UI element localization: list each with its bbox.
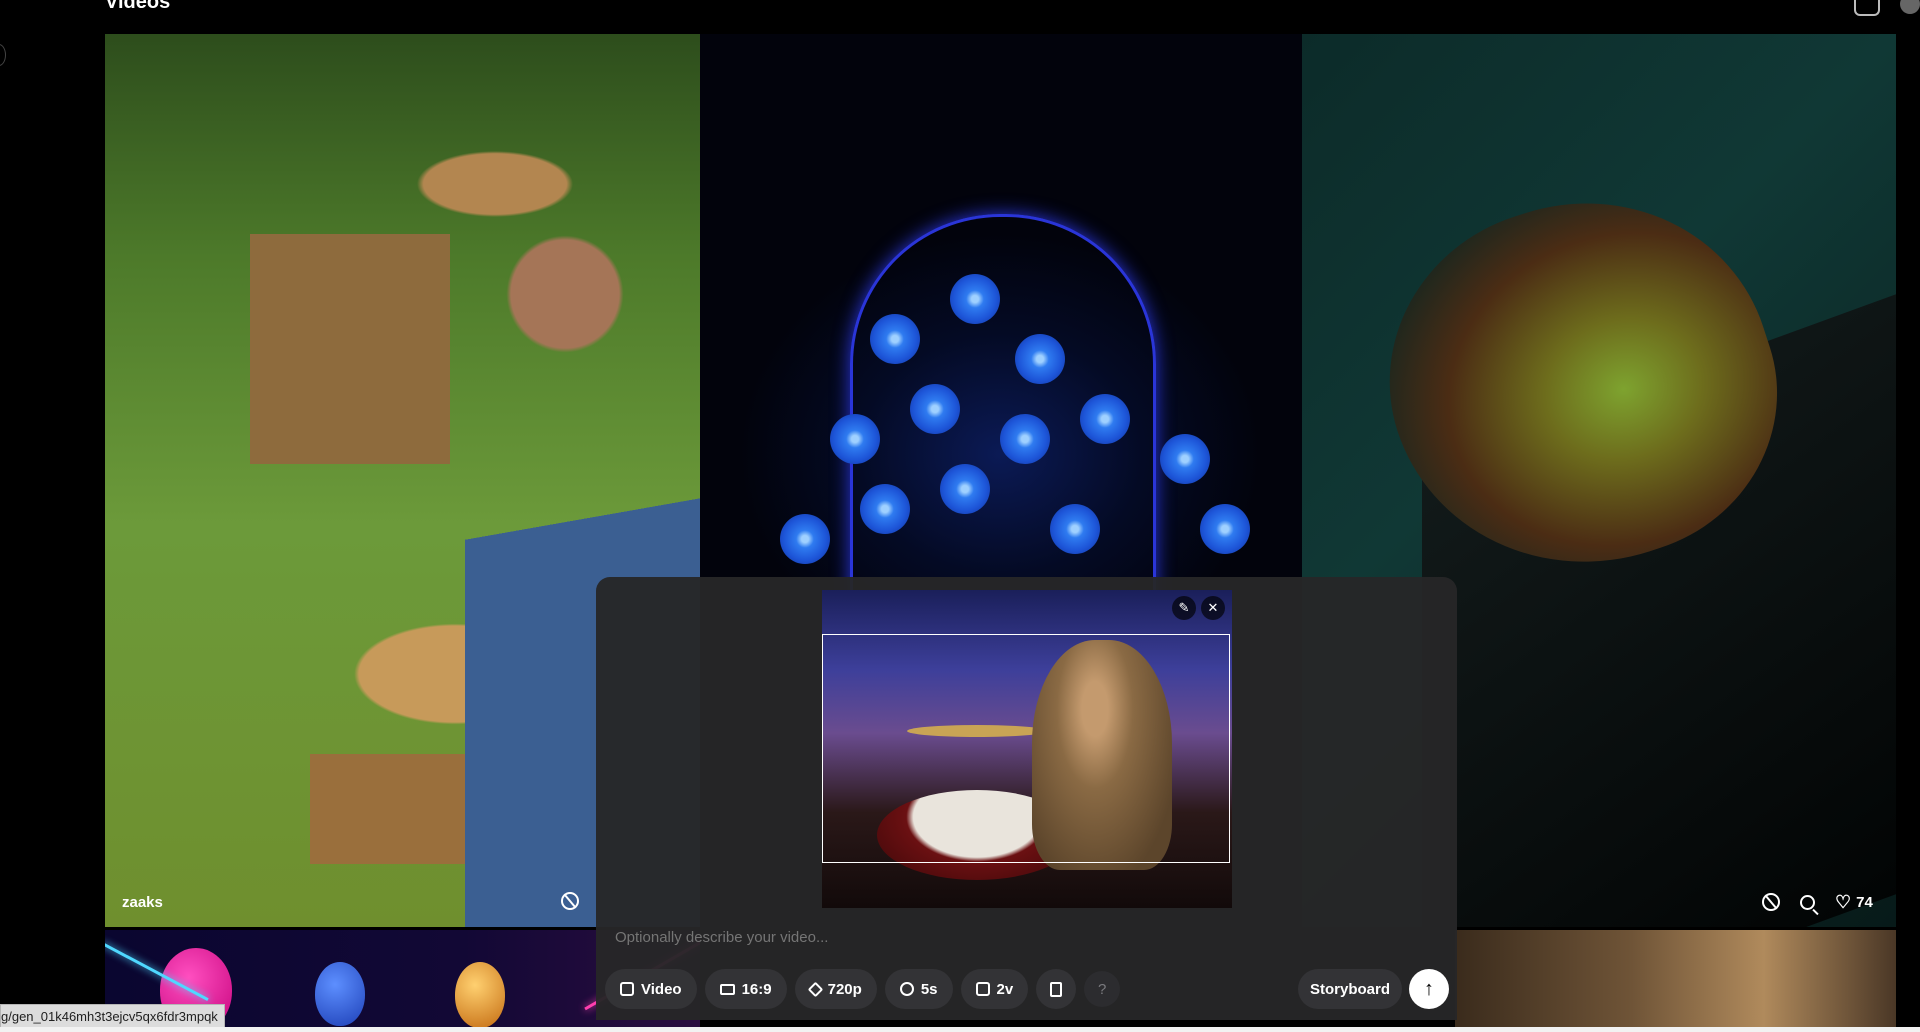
tile-author[interactable]: zaaks	[122, 894, 163, 911]
tile-actions-painter	[561, 892, 579, 910]
flower	[940, 464, 990, 514]
video-tile-cafe[interactable]	[1455, 930, 1896, 1032]
crop-frame[interactable]	[822, 634, 1230, 863]
page-title: Videos	[105, 0, 171, 13]
window-bottom-edge	[0, 1027, 1920, 1032]
flower	[1080, 394, 1130, 444]
submit-button[interactable]: ↑	[1409, 969, 1449, 1009]
flower	[780, 514, 830, 564]
storyboard-label: Storyboard	[1310, 980, 1391, 998]
mode-label: Video	[641, 980, 682, 998]
tile-actions-beetle: ♡ 74	[1762, 893, 1873, 911]
link-status-bar: g/gen_01k46mh3t3ejcv5qx6fdr3mpqk	[0, 1004, 225, 1028]
remix-icon[interactable]	[561, 892, 579, 910]
arrow-up-icon: ↑	[1424, 977, 1434, 1000]
flower	[1015, 334, 1065, 384]
tile-footer-painter: zaaks	[122, 894, 163, 911]
duration-select[interactable]: 5s	[884, 969, 953, 1009]
presets-button[interactable]	[1036, 969, 1077, 1009]
remove-image-button[interactable]: ✕	[1201, 596, 1225, 620]
edit-image-button[interactable]: ✎	[1172, 596, 1196, 620]
flower	[910, 384, 960, 434]
flower	[830, 414, 880, 464]
flower	[1200, 504, 1250, 554]
mode-select[interactable]: Video	[605, 969, 697, 1009]
variations-label: 2v	[996, 980, 1014, 998]
balloon	[315, 962, 365, 1026]
storyboard-button[interactable]: Storyboard	[1298, 969, 1403, 1009]
resolution-label: 720p	[827, 980, 862, 998]
balloon	[455, 962, 505, 1028]
flower	[1050, 504, 1100, 554]
flower	[1000, 414, 1050, 464]
close-icon: ✕	[1207, 600, 1219, 615]
prompt-input[interactable]	[613, 928, 1317, 947]
duration-label: 5s	[920, 980, 938, 998]
composer-toolbar: Video 16:9 720p 5s 2v ?	[605, 969, 1121, 1009]
help-button[interactable]: ?	[1084, 971, 1121, 1007]
document-icon	[1050, 981, 1063, 997]
variations-icon	[975, 982, 990, 996]
video-icon	[620, 982, 634, 996]
status-url: g/gen_01k46mh3t3ejcv5qx6fdr3mpqk	[1, 1008, 218, 1024]
clock-icon	[899, 982, 914, 996]
pencil-icon: ✎	[1178, 600, 1190, 615]
like-count: 74	[1856, 893, 1873, 911]
help-icon: ?	[1098, 980, 1107, 998]
remix-icon[interactable]	[1762, 893, 1780, 911]
aspect-ratio-icon	[719, 983, 735, 995]
aspect-ratio-label: 16:9	[741, 980, 772, 998]
flower	[1160, 434, 1210, 484]
diamond-icon	[807, 981, 823, 997]
resolution-select[interactable]: 720p	[794, 969, 877, 1009]
flower	[870, 314, 920, 364]
notifications-icon[interactable]	[1854, 0, 1880, 16]
avatar[interactable]	[1900, 0, 1920, 14]
like-button[interactable]: ♡ 74	[1835, 893, 1873, 911]
aspect-ratio-select[interactable]: 16:9	[704, 969, 787, 1009]
flower	[950, 274, 1000, 324]
heart-icon: ♡	[1835, 892, 1852, 912]
variations-select[interactable]: 2v	[960, 969, 1029, 1009]
side-edge-icon	[0, 44, 6, 66]
flower	[860, 484, 910, 534]
search-icon[interactable]	[1800, 894, 1815, 910]
